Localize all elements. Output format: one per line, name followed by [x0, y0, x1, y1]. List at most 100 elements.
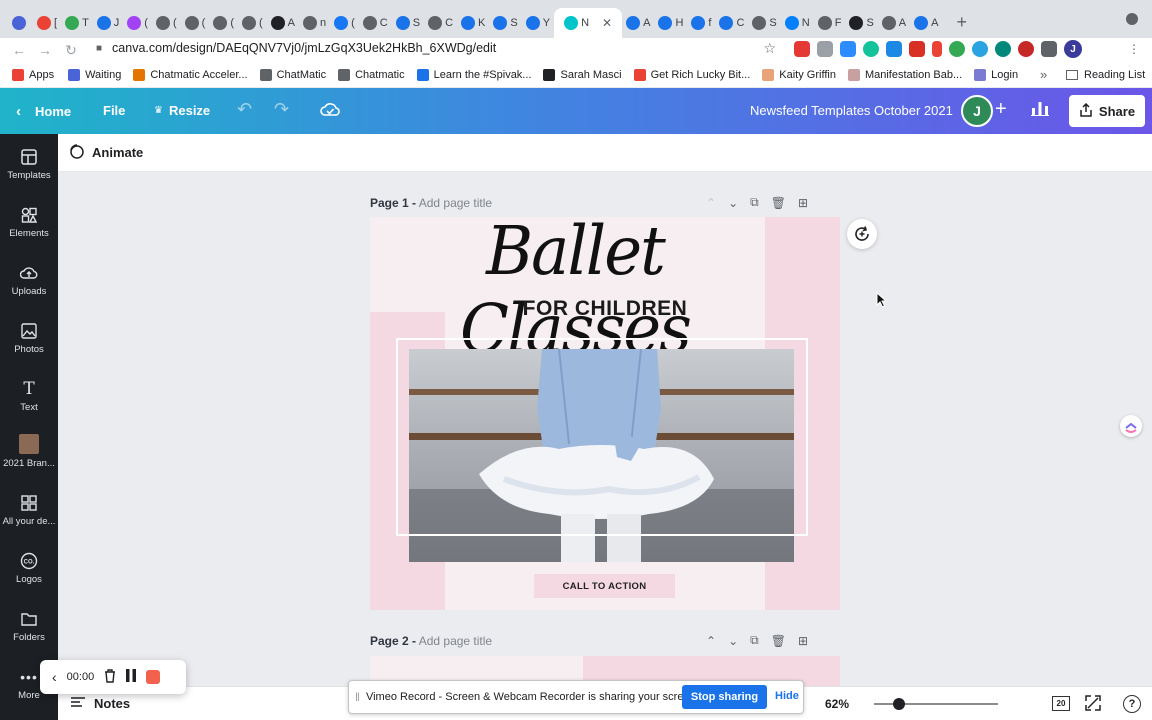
move-page-down-icon[interactable]: ⌄: [728, 634, 738, 648]
puzzle-extensions-icon[interactable]: [1041, 41, 1057, 57]
vidiq-extension-icon[interactable]: [886, 41, 902, 57]
page-2-title-input[interactable]: Add page title: [419, 634, 492, 648]
browser-tab[interactable]: A: [910, 8, 942, 38]
tab-search-icon[interactable]: [1126, 13, 1138, 25]
sidebar-item-brand[interactable]: 2021 Bran...: [0, 434, 58, 469]
sidebar-item-all-designs[interactable]: All your de...: [0, 494, 58, 527]
teal-extension-icon[interactable]: [995, 41, 1011, 57]
mail-extension-icon[interactable]: [909, 41, 925, 57]
add-collaborator-icon[interactable]: +: [995, 98, 1007, 121]
undo-icon[interactable]: ↶: [237, 99, 252, 120]
back-icon[interactable]: ←: [6, 42, 32, 58]
call-to-action-button[interactable]: CALL TO ACTION: [534, 574, 675, 598]
clickup-extension-icon[interactable]: [1120, 415, 1142, 437]
page-1-title-input[interactable]: Add page title: [419, 196, 492, 210]
sidebar-item-elements[interactable]: Elements: [0, 206, 58, 239]
browser-tab[interactable]: C: [359, 8, 392, 38]
page-count-button[interactable]: 20: [1052, 696, 1070, 711]
browser-tab[interactable]: A: [878, 8, 910, 38]
profile-avatar[interactable]: J: [1064, 40, 1082, 58]
bookmark-item[interactable]: Waiting: [68, 68, 121, 81]
browser-tab[interactable]: A: [267, 8, 299, 38]
browser-tab[interactable]: (: [123, 8, 152, 38]
duplicate-page-icon[interactable]: ⧉: [750, 633, 759, 648]
browser-tab[interactable]: S: [489, 8, 521, 38]
animate-button[interactable]: Animate: [68, 143, 143, 162]
move-page-up-icon[interactable]: ⌃: [706, 196, 716, 210]
cloud-saved-icon[interactable]: [320, 101, 340, 122]
reload-icon[interactable]: ↻: [58, 42, 84, 59]
help-icon[interactable]: ?: [1123, 695, 1141, 713]
share-button[interactable]: Share: [1069, 95, 1145, 127]
browser-tab[interactable]: C: [424, 8, 457, 38]
green-extension-icon[interactable]: [949, 41, 965, 57]
browser-tab[interactable]: [8, 8, 33, 38]
delete-page-icon[interactable]: 🗑: [771, 196, 786, 210]
home-button[interactable]: ‹ Home: [16, 103, 71, 120]
comment-button[interactable]: [847, 219, 877, 249]
design-page-1[interactable]: Ballet Classes FOR CHILDREN CALL TO ACTI…: [370, 217, 840, 610]
add-page-icon[interactable]: ⊞: [798, 196, 808, 210]
redo-icon[interactable]: ↷: [274, 99, 289, 120]
move-page-down-icon[interactable]: ⌄: [728, 196, 738, 210]
fullscreen-icon[interactable]: [1085, 695, 1101, 716]
browser-tab[interactable]: (: [152, 8, 181, 38]
sidebar-item-text[interactable]: T Text: [0, 379, 58, 413]
zoom-slider-handle[interactable]: [892, 698, 905, 710]
zoom-extension-icon[interactable]: [840, 41, 856, 57]
browser-tab[interactable]: S: [748, 8, 780, 38]
stop-sharing-button[interactable]: Stop sharing: [682, 685, 767, 709]
browser-tab[interactable]: C: [715, 8, 748, 38]
bookmark-item[interactable]: Apps: [12, 68, 54, 81]
browser-tab[interactable]: A: [622, 8, 654, 38]
close-tab-icon[interactable]: ✕: [602, 16, 612, 30]
browser-tab[interactable]: (: [238, 8, 267, 38]
file-menu-button[interactable]: File: [103, 103, 125, 118]
browser-tab[interactable]: K: [457, 8, 489, 38]
delete-page-icon[interactable]: 🗑: [771, 634, 786, 648]
browser-tab[interactable]: H: [654, 8, 687, 38]
new-tab-button[interactable]: +: [956, 12, 967, 33]
browser-tab[interactable]: T: [61, 8, 93, 38]
browser-tab[interactable]: n: [299, 8, 330, 38]
hide-notice-button[interactable]: Hide: [775, 690, 799, 702]
collapse-recorder-icon[interactable]: ‹: [52, 669, 57, 685]
pin-extension-icon[interactable]: [932, 41, 942, 57]
browser-tab[interactable]: S: [845, 8, 877, 38]
sidebar-item-photos[interactable]: Photos: [0, 322, 58, 355]
url-field[interactable]: ■ canva.com/design/DAEqQNV7Vj0/jmLzGqX3U…: [88, 38, 782, 58]
bookmark-item[interactable]: Chatmatic Acceler...: [133, 68, 248, 81]
insights-icon[interactable]: [1031, 100, 1049, 119]
bookmarks-overflow-button[interactable]: »: [1040, 67, 1047, 82]
pause-recording-icon[interactable]: [126, 669, 137, 685]
browser-menu-icon[interactable]: ⋮: [1128, 42, 1140, 56]
record-extension-icon[interactable]: [1018, 41, 1034, 57]
bookmark-item[interactable]: Get Rich Lucky Bit...: [633, 68, 750, 81]
bookmark-item[interactable]: Login: [974, 68, 1018, 81]
notes-button[interactable]: Notes: [70, 696, 130, 711]
user-avatar[interactable]: J: [961, 95, 993, 127]
browser-tab[interactable]: J: [93, 8, 124, 38]
browser-tab[interactable]: S: [392, 8, 424, 38]
add-page-icon[interactable]: ⊞: [798, 634, 808, 648]
sidebar-item-logos[interactable]: CO. Logos: [0, 552, 58, 585]
youtube-extension-icon[interactable]: [794, 41, 810, 57]
browser-tab[interactable]: Y: [522, 8, 554, 38]
sidebar-item-templates[interactable]: Templates: [0, 148, 58, 181]
stop-recording-button[interactable]: [146, 670, 161, 684]
zoom-slider[interactable]: [874, 698, 998, 710]
bookmark-item[interactable]: ChatMatic: [259, 68, 326, 81]
discard-recording-icon[interactable]: [104, 668, 116, 686]
document-title[interactable]: Newsfeed Templates October 2021: [750, 103, 953, 118]
resize-button[interactable]: ♛ Resize: [154, 103, 210, 118]
reading-list-button[interactable]: Reading List: [1066, 69, 1145, 81]
browser-tab[interactable]: (: [209, 8, 238, 38]
zoom-percentage[interactable]: 62%: [825, 697, 849, 711]
duplicate-page-icon[interactable]: ⧉: [750, 195, 759, 210]
drag-handle-icon[interactable]: ‖: [355, 690, 360, 704]
subtitle-text[interactable]: FOR CHILDREN: [510, 297, 700, 321]
browser-tab-active[interactable]: N ✕: [554, 8, 623, 38]
bookmark-item[interactable]: Kaity Griffin: [762, 68, 836, 81]
bookmark-item[interactable]: Sarah Masci: [543, 68, 622, 81]
bookmark-star-icon[interactable]: ☆: [763, 40, 776, 57]
